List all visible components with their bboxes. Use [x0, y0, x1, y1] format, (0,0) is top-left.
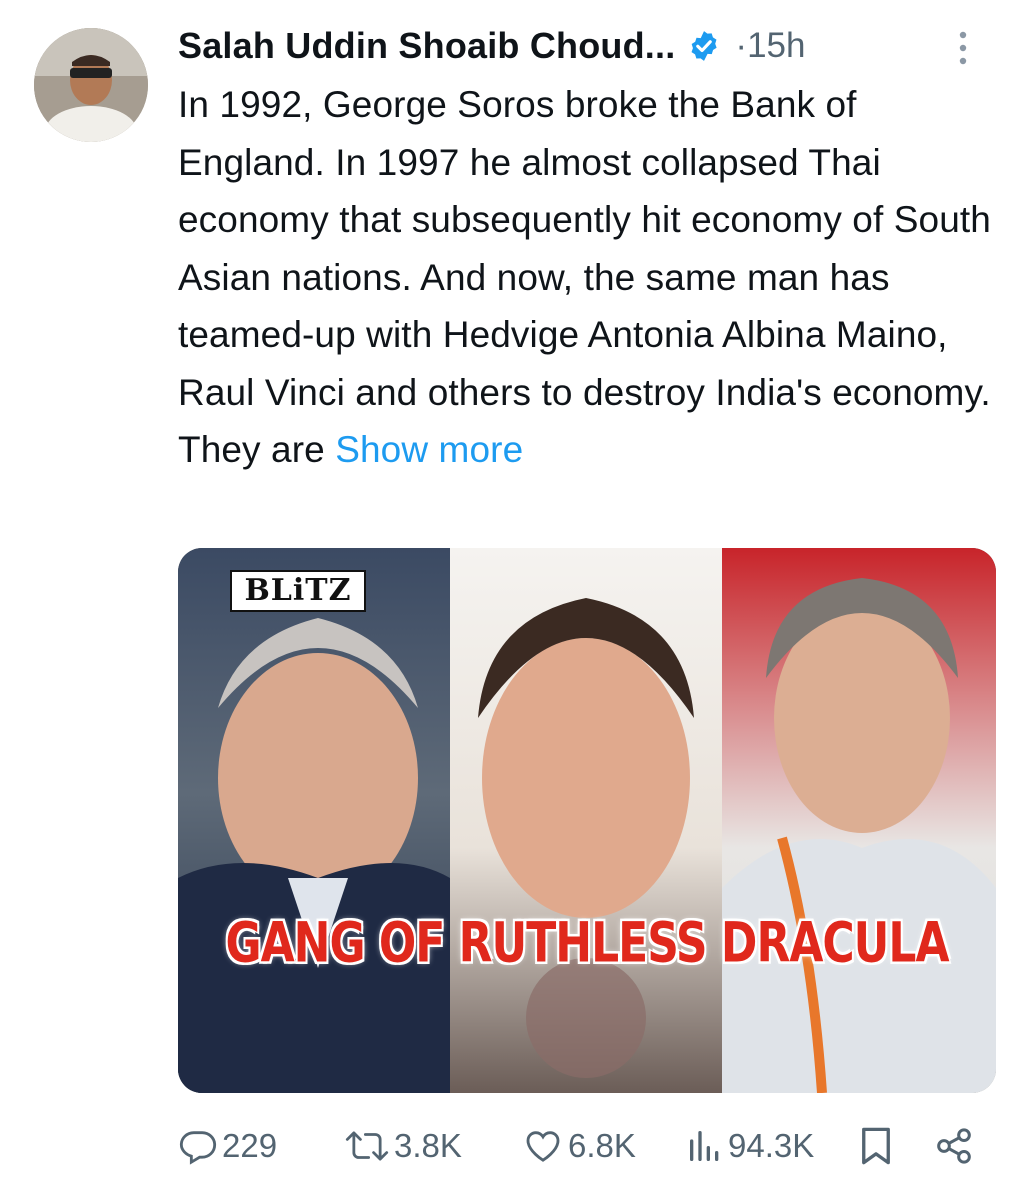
reply-count: 229	[222, 1127, 278, 1164]
media-caption-text: GANG OF RUTHLESS DRACULA	[225, 911, 949, 976]
more-vertical-icon[interactable]	[954, 26, 972, 70]
tweet-body: In 1992, George Soros broke the Bank of …	[178, 84, 991, 470]
blitz-logo: BLiTZ	[230, 570, 366, 612]
author-display-name[interactable]: Salah Uddin Shoaib Choud...	[178, 25, 675, 67]
views-icon	[686, 1126, 724, 1166]
media-panel-right	[722, 548, 996, 1093]
tweet-text: In 1992, George Soros broke the Bank of …	[178, 76, 1008, 479]
time-label: 15h	[747, 26, 806, 65]
tweet-action-bar: 229 3.8K 6.8K 94.3K	[178, 1118, 978, 1174]
bookmark-button[interactable]	[858, 1125, 894, 1167]
share-icon	[934, 1125, 974, 1167]
repost-count: 3.8K	[394, 1127, 462, 1164]
media-panel-center	[450, 548, 722, 1093]
repost-button[interactable]: 3.8K	[344, 1126, 462, 1166]
reply-icon	[178, 1126, 218, 1166]
avatar-image	[34, 28, 148, 142]
share-button[interactable]	[934, 1125, 974, 1167]
like-button[interactable]: 6.8K	[522, 1126, 636, 1166]
like-count: 6.8K	[568, 1127, 636, 1164]
media-panel-left: BLiTZ	[178, 548, 450, 1093]
tweet-timestamp[interactable]: ·15h	[735, 26, 805, 66]
verified-badge-icon	[687, 29, 721, 63]
show-more-link[interactable]: Show more	[335, 429, 523, 470]
tweet-media-image[interactable]: BLiTZ GANG OF RUTHLESS DRACULA	[178, 548, 996, 1093]
blitz-logo-text: BLiTZ	[244, 573, 352, 608]
separator-dot: ·	[735, 26, 748, 65]
bookmark-icon	[858, 1125, 894, 1167]
repost-icon	[344, 1126, 390, 1166]
tweet-header: Salah Uddin Shoaib Choud... ·15h	[178, 22, 1008, 70]
reply-button[interactable]: 229	[178, 1126, 277, 1166]
views-button[interactable]: 94.3K	[686, 1126, 814, 1166]
avatar[interactable]	[34, 28, 148, 142]
heart-icon	[522, 1126, 564, 1166]
views-count: 94.3K	[728, 1127, 815, 1164]
